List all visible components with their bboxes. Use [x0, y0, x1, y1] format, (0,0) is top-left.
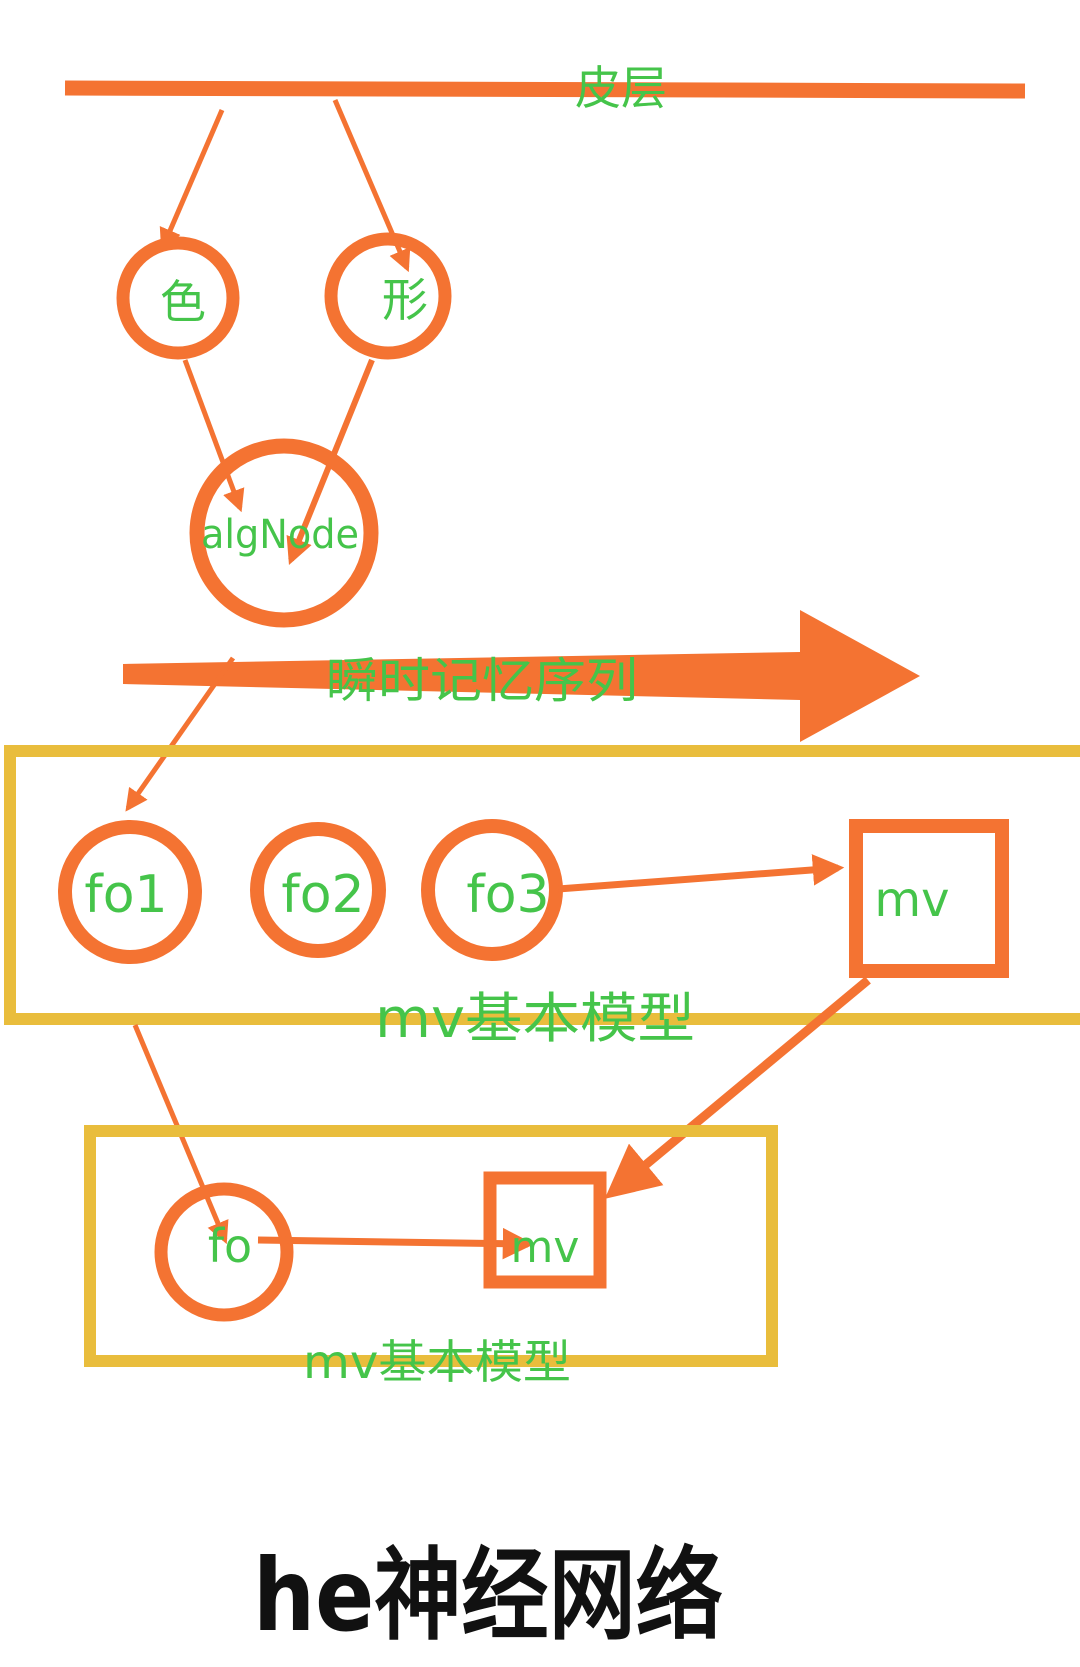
arrow-cortex-to-color: [159, 109, 225, 252]
neural-network-diagram: 皮层 色 形 algNode 瞬时记忆序列 fo1 fo2 fo3 mv mv基…: [4, 61, 1080, 1654]
diagram-canvas: 皮层 色 形 algNode 瞬时记忆序列 fo1 fo2 fo3 mv mv基…: [0, 0, 1080, 1667]
fo2-label: fo2: [281, 865, 364, 925]
fo-label: fo: [208, 1219, 252, 1273]
memory-sequence-label: 瞬时记忆序列: [326, 653, 638, 709]
shape-node-label: 形: [382, 273, 428, 327]
model-bottom-label: mv基本模型: [303, 1335, 571, 1389]
alg-node-label: algNode: [201, 512, 359, 558]
fo1-label: fo1: [84, 865, 167, 925]
model-top-label: mv基本模型: [375, 987, 695, 1050]
mv-top-label: mv: [874, 872, 949, 928]
cortex-layer-line: [64, 80, 1026, 99]
fo3-label: fo3: [466, 865, 549, 925]
mv-bottom-label: mv: [511, 1222, 580, 1273]
diagram-title: he神经网络: [253, 1537, 723, 1654]
color-node-label: 色: [160, 275, 206, 329]
cortex-label: 皮层: [575, 61, 667, 115]
arrow-fo3-to-mv: [557, 854, 845, 893]
